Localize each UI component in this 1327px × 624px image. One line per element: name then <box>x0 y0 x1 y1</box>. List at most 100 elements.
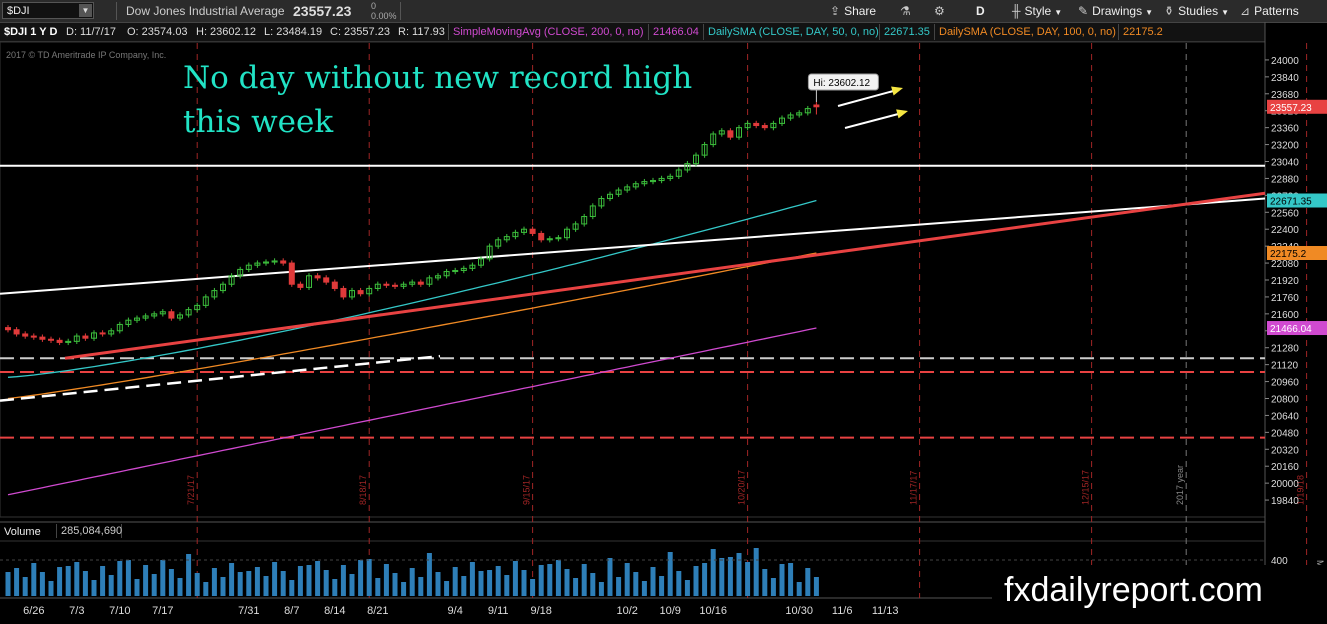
candle <box>151 311 158 319</box>
candle <box>400 281 407 289</box>
candle-body <box>30 335 37 338</box>
volume-bar <box>194 573 200 596</box>
volume-bar <box>530 579 536 596</box>
volume-bar <box>762 569 768 596</box>
candle <box>56 337 63 346</box>
annotation-line-1: No day without new record high <box>183 60 693 96</box>
candle-body <box>99 332 106 335</box>
vertical-marker-label: 12/15/17 <box>1081 470 1091 505</box>
volume-bar <box>39 572 45 596</box>
volume-bar <box>323 570 329 596</box>
arrow-head <box>891 86 903 96</box>
y-tick-label: 22400 <box>1271 225 1299 236</box>
candle-body <box>392 284 398 287</box>
volume-bar <box>788 563 794 596</box>
volume-bar <box>469 562 475 596</box>
candle <box>99 330 106 337</box>
candle-body <box>22 333 29 337</box>
candle <box>116 321 123 334</box>
candle <box>589 203 596 220</box>
candle <box>288 260 295 287</box>
watermark: fxdailyreport.com <box>992 565 1327 624</box>
candle-body <box>357 290 364 295</box>
candle <box>761 122 768 131</box>
x-tick-label: 11/6 <box>832 605 853 617</box>
volume-bar <box>590 573 596 596</box>
candle <box>349 287 355 300</box>
x-tick-label: 7/3 <box>69 605 84 617</box>
candle <box>529 226 536 237</box>
y-tick-label: 21280 <box>1271 344 1299 355</box>
candle <box>91 330 97 341</box>
volume-bar <box>641 581 647 596</box>
volume-value: 285,084,690 <box>56 524 122 538</box>
y-tick-label: 23200 <box>1271 141 1299 152</box>
volume-bar <box>409 568 415 596</box>
candle <box>521 226 527 236</box>
candle <box>22 331 29 339</box>
price-axis: 19840 20000 20160 20320 20480 20640 20800 20960… <box>1265 56 1327 507</box>
candle <box>185 306 192 318</box>
volume-bar <box>487 570 493 596</box>
vertical-marker-label: 2017 year <box>1175 465 1185 505</box>
candle <box>409 279 416 287</box>
volume-bar <box>753 548 759 596</box>
volume-bar <box>521 570 527 596</box>
volume-bar <box>495 566 501 596</box>
candle <box>108 328 115 337</box>
y-tick-label: 20160 <box>1271 462 1299 473</box>
candle <box>134 315 140 323</box>
volume-bar <box>667 552 673 596</box>
volume-bar <box>375 578 381 596</box>
candle <box>357 287 364 297</box>
candle <box>555 235 562 242</box>
volume-bar <box>5 572 11 596</box>
volume-bar <box>426 553 432 596</box>
x-tick-label: 7/10 <box>109 605 130 617</box>
volume-bar <box>461 576 467 596</box>
y-tick-label: 23040 <box>1271 158 1299 169</box>
candle <box>675 167 682 179</box>
candle <box>546 236 553 243</box>
candle <box>142 313 149 321</box>
volume-bar <box>31 563 37 596</box>
vertical-marker-label: 8/18/17 <box>358 475 368 505</box>
volume-bar <box>57 567 63 596</box>
candle <box>323 275 330 285</box>
candle <box>753 120 760 129</box>
candle <box>340 285 347 300</box>
candle <box>125 317 132 328</box>
volume-bar <box>143 565 149 596</box>
candle-body <box>314 275 321 279</box>
candle-body <box>753 122 760 127</box>
volume-bar <box>478 571 484 596</box>
candle <box>73 333 80 345</box>
volume-bar <box>383 564 389 596</box>
candle <box>168 309 175 321</box>
candle <box>426 275 433 287</box>
volume-bar <box>607 558 613 596</box>
candle <box>392 282 398 289</box>
volume-bar <box>229 563 235 596</box>
candle <box>667 173 674 182</box>
volume-bar <box>332 579 338 596</box>
candle <box>263 259 269 266</box>
y-tick-label: 22880 <box>1271 174 1299 185</box>
volume-bar <box>727 557 733 596</box>
y-tick-label: 20960 <box>1271 378 1299 389</box>
volume-bar <box>108 575 114 596</box>
volume-bar <box>684 580 690 596</box>
candle <box>245 262 252 273</box>
candle-body <box>383 283 390 286</box>
candle-body <box>280 260 287 264</box>
y-tick-label: 19840 <box>1271 496 1299 507</box>
volume-bar <box>306 565 312 596</box>
annotation-text: No day without new record high this week <box>183 56 743 144</box>
vertical-marker-label: 10/20/17 <box>737 470 747 505</box>
volume-bar <box>160 560 166 596</box>
volume-bar <box>796 582 802 596</box>
candle-body <box>323 277 330 283</box>
volume-bar <box>272 562 278 596</box>
candle <box>650 177 656 185</box>
candle <box>581 213 588 227</box>
